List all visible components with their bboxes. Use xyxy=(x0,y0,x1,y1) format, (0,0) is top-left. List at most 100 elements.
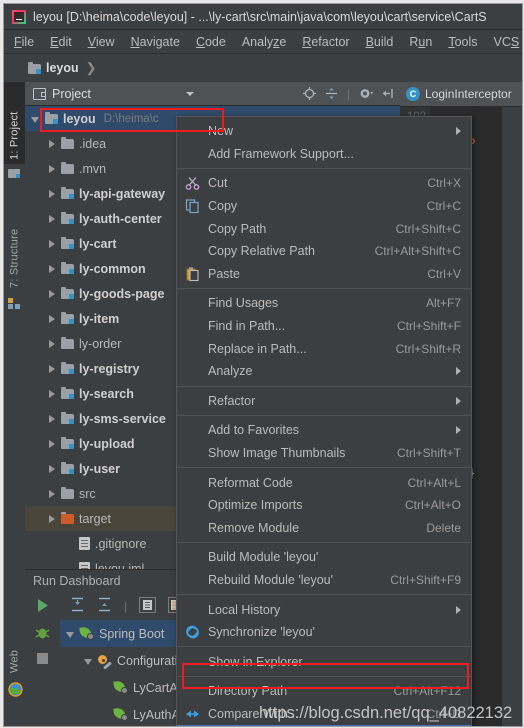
context-menu-item[interactable]: Remove Module Delete xyxy=(177,517,471,540)
menu-view[interactable]: View xyxy=(88,35,115,49)
menu-tools[interactable]: Tools xyxy=(448,35,477,49)
chevron-right-icon[interactable] xyxy=(49,139,55,148)
chevron-right-icon[interactable] xyxy=(49,239,55,248)
intellij-idea-logo-icon xyxy=(12,9,26,24)
gear-icon[interactable] xyxy=(359,87,373,100)
collapse-all-icon[interactable] xyxy=(325,87,338,100)
chevron-right-icon[interactable] xyxy=(49,389,55,398)
module-folder-icon xyxy=(61,187,74,199)
context-menu-item[interactable]: Paste Ctrl+V xyxy=(177,263,471,286)
chevron-right-icon[interactable] xyxy=(49,314,55,323)
folder-icon xyxy=(61,487,74,499)
run-button[interactable] xyxy=(35,598,50,616)
context-menu-item-label: Refactor xyxy=(208,393,256,408)
context-menu-item[interactable]: Copy Ctrl+C xyxy=(177,195,471,218)
chevron-right-icon[interactable] xyxy=(49,339,55,348)
chevron-right-icon[interactable] xyxy=(49,264,55,273)
context-menu-item-accelerator: Ctrl+Shift+C xyxy=(395,221,461,236)
context-menu-item[interactable]: Add to Favorites xyxy=(177,419,471,442)
module-folder-icon xyxy=(61,262,74,274)
context-menu-item[interactable]: Reformat Code Ctrl+Alt+L xyxy=(177,471,471,494)
chevron-right-icon[interactable] xyxy=(49,489,55,498)
chevron-down-icon[interactable] xyxy=(66,631,74,638)
chevron-down-icon[interactable] xyxy=(31,116,39,123)
menu-file[interactable]: File xyxy=(14,35,34,49)
chevron-right-icon[interactable] xyxy=(49,164,55,173)
context-menu-item[interactable]: New xyxy=(177,120,471,143)
context-menu-item[interactable]: Copy Relative Path Ctrl+Alt+Shift+C xyxy=(177,240,471,263)
folder-icon xyxy=(61,162,74,174)
context-menu-separator xyxy=(177,415,471,417)
stop-button[interactable] xyxy=(36,652,49,668)
toolbar-divider-2: | xyxy=(124,599,128,613)
menu-analyze[interactable]: Analyze xyxy=(242,35,286,49)
menu-run[interactable]: Run xyxy=(409,35,432,49)
context-menu-item[interactable]: Optimize Imports Ctrl+Alt+O xyxy=(177,494,471,517)
context-menu-item[interactable]: Build Module 'leyou' xyxy=(177,546,471,569)
menu-navigate[interactable]: Navigate xyxy=(131,35,180,49)
context-menu-item[interactable]: Rebuild Module 'leyou' Ctrl+Shift+F9 xyxy=(177,569,471,592)
tree-row-label: leyou xyxy=(63,111,96,126)
debug-button[interactable] xyxy=(35,625,50,643)
chevron-right-icon[interactable] xyxy=(49,189,55,198)
context-menu-item[interactable]: Synchronize 'leyou' xyxy=(177,621,471,644)
chevron-right-icon[interactable] xyxy=(49,289,55,298)
context-menu-item[interactable]: Show in Explorer xyxy=(177,650,471,673)
locate-target-icon[interactable] xyxy=(302,87,316,100)
context-menu-item[interactable]: Add Framework Support... xyxy=(177,143,471,166)
context-menu-item[interactable]: Cut Ctrl+X xyxy=(177,172,471,195)
context-menu-item[interactable]: Replace in Path... Ctrl+Shift+R xyxy=(177,337,471,360)
menu-build[interactable]: Build xyxy=(366,35,394,49)
context-menu-item-label: Find Usages xyxy=(208,296,279,311)
context-menu-item[interactable]: Find Usages Alt+F7 xyxy=(177,292,471,315)
sidebar-item-project[interactable]: 1: Project xyxy=(4,82,25,164)
chevron-right-icon[interactable] xyxy=(49,214,55,223)
context-menu-item[interactable]: Directory Path Ctrl+Alt+F12 xyxy=(177,680,471,703)
context-menu-item-label: Reformat Code xyxy=(208,475,293,490)
context-menu-separator xyxy=(177,288,471,290)
menu-bar[interactable]: File Edit View Navigate Code Analyze Ref… xyxy=(4,30,522,54)
file-icon xyxy=(79,537,90,550)
context-menu-item-accelerator: Ctrl+Shift+R xyxy=(395,341,461,356)
project-context-menu[interactable]: New Add Framework Support... Cut Ctrl+X Copy… xyxy=(176,116,472,726)
breadcrumb-leyou[interactable]: leyou ❯ xyxy=(28,60,97,76)
chevron-right-icon[interactable] xyxy=(49,514,55,523)
context-menu-item[interactable]: Analyze xyxy=(177,360,471,383)
chevron-down-icon[interactable] xyxy=(84,658,92,665)
context-menu-item-accelerator: Delete xyxy=(426,520,461,535)
sidebar-item-web[interactable]: Web xyxy=(4,627,25,677)
chevron-right-icon[interactable] xyxy=(49,439,55,448)
sidebar-item-structure[interactable]: 7: Structure xyxy=(4,194,25,292)
chevron-right-icon[interactable] xyxy=(49,364,55,373)
context-menu-item[interactable]: Copy Path Ctrl+Shift+C xyxy=(177,217,471,240)
chevron-right-icon[interactable] xyxy=(49,464,55,473)
tree-row-label: ly-user xyxy=(79,461,120,476)
show-console-icon[interactable] xyxy=(139,596,157,616)
context-menu-item[interactable]: Local History xyxy=(177,598,471,621)
spring-boot-icon xyxy=(113,680,128,694)
module-folder-icon xyxy=(61,437,74,449)
menu-code[interactable]: Code xyxy=(196,35,226,49)
project-panel-header: Project | xyxy=(25,82,400,106)
editor-scrollbar[interactable] xyxy=(502,107,522,726)
menu-refactor[interactable]: Refactor xyxy=(302,35,349,49)
context-menu-item[interactable]: Open Module SettingsF4 xyxy=(177,725,471,726)
context-menu-item-label: Rebuild Module 'leyou' xyxy=(208,572,333,587)
context-menu-item[interactable]: Find in Path... Ctrl+Shift+F xyxy=(177,315,471,338)
chevron-down-icon[interactable] xyxy=(185,91,194,96)
compare-icon xyxy=(185,706,200,721)
editor-tab-logininterceptor[interactable]: C LoginInterceptor xyxy=(400,82,522,107)
context-menu-item[interactable]: Refactor xyxy=(177,390,471,413)
navigation-bar[interactable]: leyou ❯ xyxy=(4,54,522,82)
spring-boot-icon xyxy=(79,626,94,640)
context-menu-item[interactable]: Show Image Thumbnails Ctrl+Shift+T xyxy=(177,442,471,465)
menu-edit[interactable]: Edit xyxy=(50,35,72,49)
context-menu-item-label: Directory Path xyxy=(208,684,288,699)
collapse-all-icon-2[interactable] xyxy=(97,597,112,615)
csdn-watermark: https://blog.csdn.net/qq_40822132 xyxy=(259,704,513,722)
expand-all-icon[interactable] xyxy=(70,597,85,615)
menu-vcs[interactable]: VCS xyxy=(494,35,520,49)
chevron-right-icon[interactable] xyxy=(49,414,55,423)
hide-panel-icon[interactable] xyxy=(381,87,394,100)
sidebar-project-label: 1: Project xyxy=(8,111,21,160)
